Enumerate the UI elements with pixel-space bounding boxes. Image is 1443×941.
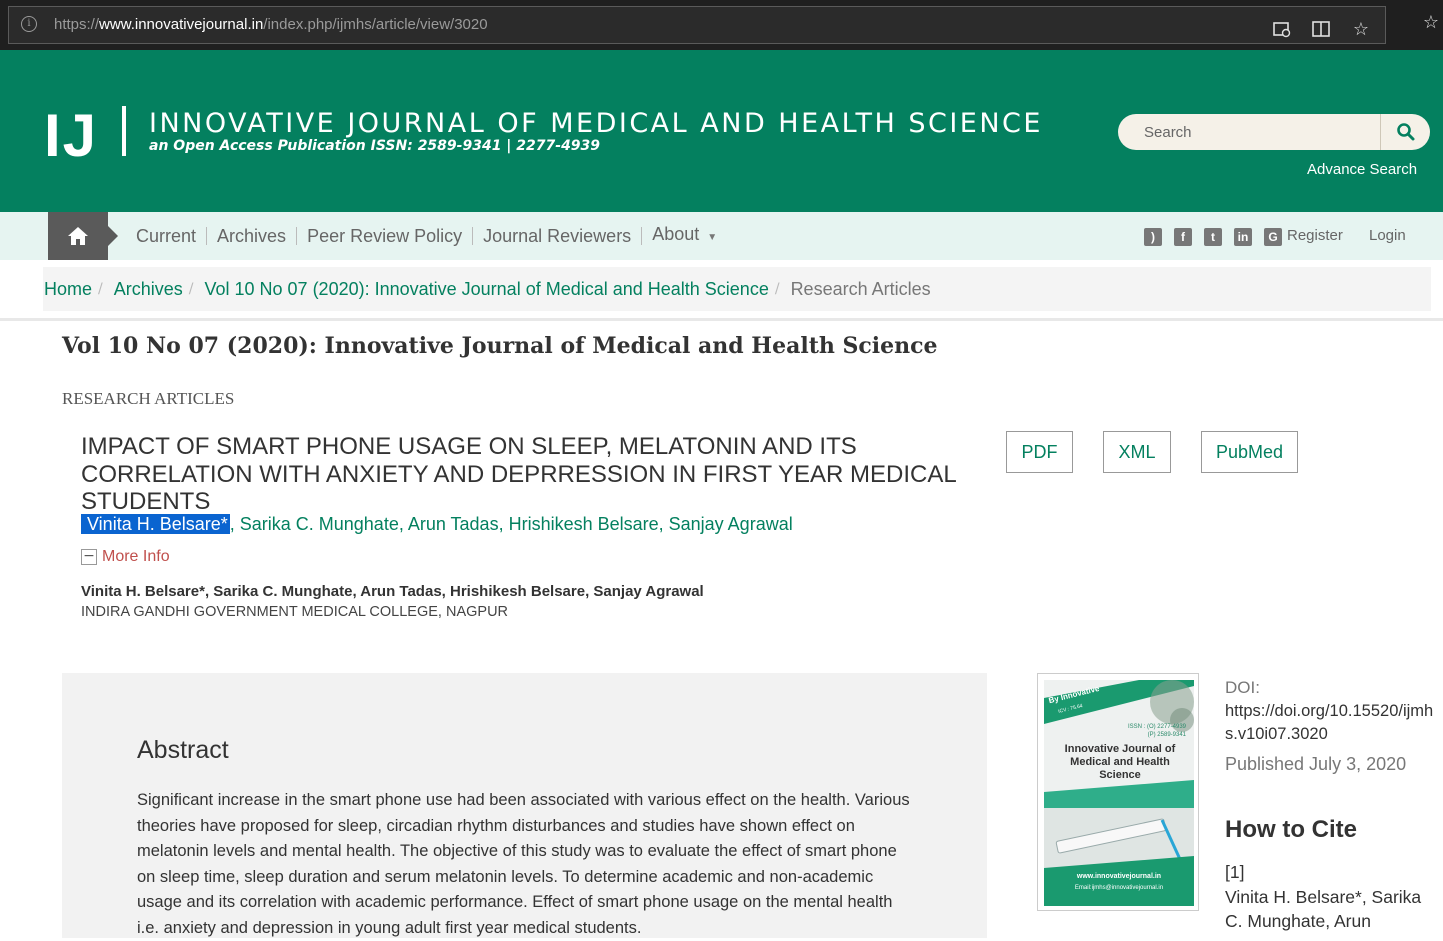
nav-peer-review-policy[interactable]: Peer Review Policy — [297, 227, 474, 245]
cover-title: Innovative Journal of Medical and Health… — [1064, 743, 1176, 781]
collapse-icon: − — [81, 549, 97, 565]
search-button[interactable] — [1380, 114, 1430, 150]
google-plus-icon[interactable]: G — [1264, 228, 1282, 246]
search-icon — [1396, 123, 1414, 141]
cover-website: www.innovativejournal.in — [1076, 873, 1162, 880]
cover-issn-o: ISSN : (O) 2277-4939 — [1127, 724, 1186, 730]
xml-button[interactable]: XML — [1103, 431, 1171, 473]
nav-menu: Current Archives Peer Review Policy Jour… — [126, 212, 727, 260]
selected-author[interactable]: Vinita H. Belsare* — [81, 514, 230, 534]
breadcrumb-issue[interactable]: Vol 10 No 07 (2020): Innovative Journal … — [204, 279, 768, 300]
pdf-button[interactable]: PDF — [1006, 431, 1073, 473]
more-info-label: More Info — [102, 548, 170, 565]
register-link[interactable]: Register — [1287, 227, 1343, 244]
twitter-icon[interactable]: t — [1204, 228, 1222, 246]
dropdown-caret-icon: ▼ — [707, 232, 718, 243]
more-info-toggle[interactable]: − More Info — [81, 548, 170, 566]
abstract-heading: Abstract — [137, 736, 229, 764]
pubmed-button[interactable]: PubMed — [1201, 431, 1298, 473]
site-info-icon[interactable]: i — [21, 16, 37, 32]
favorites-list-icon[interactable]: ☆ — [1420, 12, 1442, 34]
author-affiliation: INDIRA GANDHI GOVERNMENT MEDICAL COLLEGE… — [81, 604, 509, 620]
facebook-icon[interactable]: f — [1174, 228, 1192, 246]
how-to-cite-heading: How to Cite — [1225, 816, 1357, 843]
search-input[interactable] — [1118, 114, 1380, 150]
nav-about-label: About — [652, 224, 700, 244]
journal-title[interactable]: INNOVATIVE JOURNAL OF MEDICAL AND HEALTH… — [149, 108, 1043, 139]
article-title: IMPACT OF SMART PHONE USAGE ON SLEEP, ME… — [81, 433, 956, 515]
cover-email: Email:ijmhs@innovativejournal.in — [1074, 885, 1164, 891]
journal-subtitle: an Open Access Publication ISSN: 2589-93… — [149, 138, 601, 154]
home-button[interactable] — [48, 212, 118, 260]
site-header: IJ INNOVATIVE JOURNAL OF MEDICAL AND HEA… — [0, 50, 1443, 212]
published-date: Published July 3, 2020 — [1225, 754, 1407, 774]
other-authors[interactable]: , Sarika C. Munghate, Arun Tadas, Hrishi… — [230, 514, 793, 534]
book-icon[interactable] — [1310, 19, 1332, 41]
nav-current[interactable]: Current — [126, 227, 208, 245]
citation-number: [1] — [1225, 862, 1245, 882]
breadcrumb-separator: / — [188, 281, 194, 297]
cover-image: By Innovative ICV : 75.64 ISSN : (O) 227… — [1044, 680, 1194, 906]
cover-issn-p: (P) 2589-9341 — [1147, 732, 1186, 738]
breadcrumb-separator: / — [774, 281, 780, 297]
abstract-text: Significant increase in the smart phone … — [137, 791, 910, 937]
home-icon — [68, 227, 88, 245]
doi-label: DOI: — [1225, 678, 1260, 697]
logo-divider — [122, 106, 126, 156]
authors-list: Vinita H. Belsare*, Sarika C. Munghate, … — [81, 583, 704, 600]
breadcrumb: Home / Archives / Vol 10 No 07 (2020): Inn… — [43, 267, 1431, 311]
search-box — [1118, 114, 1430, 150]
advance-search-link[interactable]: Advance Search — [1307, 161, 1417, 178]
rss-icon[interactable]: ) — [1144, 228, 1162, 246]
breadcrumb-separator: / — [98, 281, 103, 297]
nav-journal-reviewers[interactable]: Journal Reviewers — [473, 227, 643, 245]
reading-view-icon[interactable] — [1271, 19, 1293, 41]
divider — [0, 318, 1443, 321]
section-label: RESEARCH ARTICLES — [62, 389, 235, 408]
citation-text: Vinita H. Belsare*, Sarika C. Munghate, … — [1225, 887, 1422, 931]
issue-title: Vol 10 No 07 (2020): Innovative Journal … — [62, 333, 938, 359]
linkedin-icon[interactable]: in — [1234, 228, 1252, 246]
nav-about[interactable]: About ▼ — [642, 225, 727, 247]
abstract-panel: Abstract Significant increase in the sma… — [62, 673, 987, 938]
main-nav: Current Archives Peer Review Policy Jour… — [0, 212, 1443, 260]
login-link[interactable]: Login — [1369, 227, 1406, 244]
favorite-star-icon[interactable]: ☆ — [1350, 19, 1372, 41]
address-bar[interactable]: i https://www.innovativejournal.in/index… — [8, 6, 1386, 44]
nav-archives[interactable]: Archives — [207, 227, 298, 245]
breadcrumb-home[interactable]: Home — [44, 279, 92, 300]
breadcrumb-archives[interactable]: Archives — [114, 279, 183, 300]
breadcrumb-current: Research Articles — [790, 278, 931, 299]
browser-toolbar: i https://www.innovativejournal.in/index… — [0, 0, 1443, 50]
journal-cover[interactable]: By Innovative ICV : 75.64 ISSN : (O) 227… — [1037, 673, 1199, 911]
journal-logo[interactable]: IJ — [44, 106, 98, 166]
doi-link[interactable]: https://doi.org/10.15520/ijmhs.v10i07.30… — [1225, 700, 1435, 746]
url-text[interactable]: https://www.innovativejournal.in/index.p… — [54, 16, 488, 33]
author-links: Vinita H. Belsare*, Sarika C. Munghate, … — [81, 514, 793, 535]
